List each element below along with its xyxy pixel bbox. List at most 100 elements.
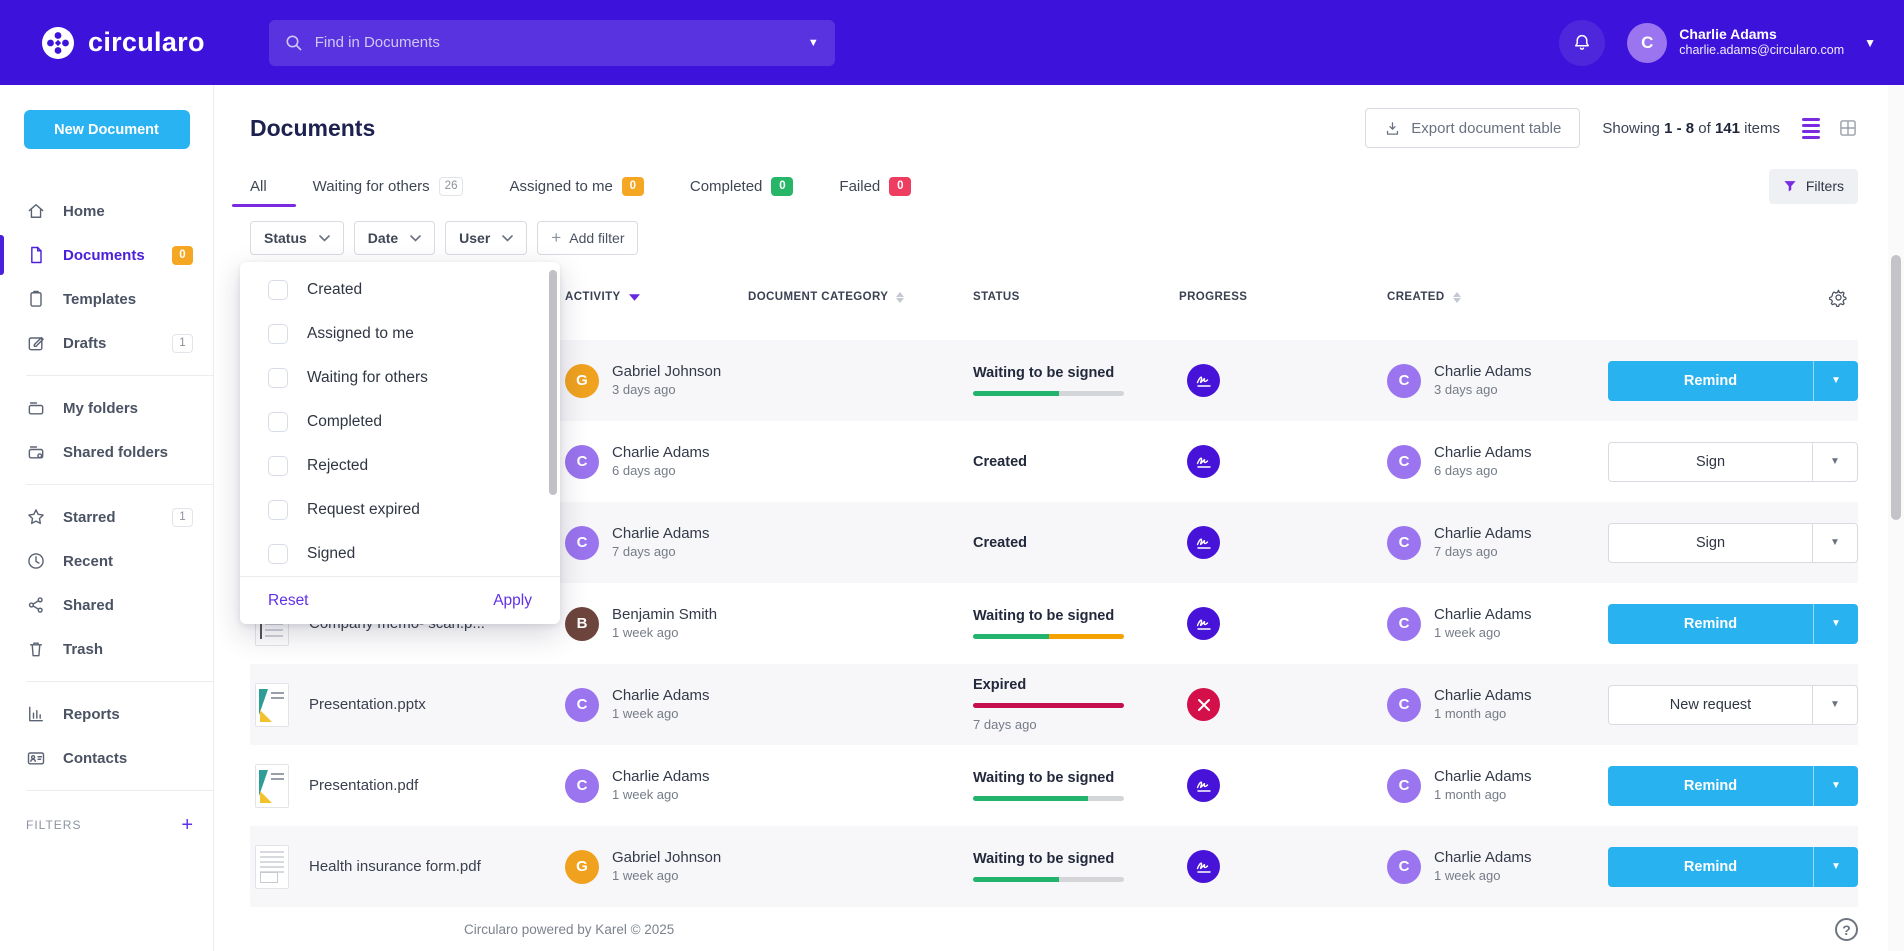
activity-user: Charlie Adams: [612, 768, 710, 785]
sidebar-item-shared-folders[interactable]: Shared folders: [0, 430, 213, 474]
signature-progress-icon[interactable]: [1187, 850, 1220, 883]
filter-chip-user[interactable]: User: [445, 221, 527, 255]
status-option-rejected[interactable]: Rejected: [240, 444, 560, 488]
add-filter-button[interactable]: + Add filter: [537, 221, 638, 255]
tab-all[interactable]: All: [250, 165, 267, 207]
checkbox-icon[interactable]: [268, 544, 288, 564]
row-action-button[interactable]: Remind▼: [1608, 361, 1858, 401]
action-label[interactable]: Remind: [1608, 604, 1813, 644]
row-action-button[interactable]: Sign▼: [1608, 523, 1858, 563]
row-action-button[interactable]: New request▼: [1608, 685, 1858, 725]
search-input[interactable]: [315, 34, 800, 51]
reset-button[interactable]: Reset: [268, 592, 309, 610]
row-action-button[interactable]: Remind▼: [1608, 604, 1858, 644]
status-option-request-expired[interactable]: Request expired: [240, 488, 560, 532]
filters-button[interactable]: Filters: [1769, 169, 1858, 204]
activity-user: Charlie Adams: [612, 525, 710, 542]
tab-completed[interactable]: Completed 0: [690, 165, 794, 207]
checkbox-icon[interactable]: [268, 280, 288, 300]
page-scrollbar[interactable]: [1888, 85, 1904, 951]
status-option-waiting-for-others[interactable]: Waiting for others: [240, 356, 560, 400]
signature-progress-icon[interactable]: [1187, 769, 1220, 802]
new-document-button[interactable]: New Document: [24, 110, 190, 149]
action-label[interactable]: Remind: [1608, 361, 1813, 401]
action-label[interactable]: Sign: [1609, 443, 1812, 481]
notifications-button[interactable]: [1559, 20, 1605, 66]
filter-chip-date[interactable]: Date: [354, 221, 435, 255]
page-scrollbar-thumb[interactable]: [1891, 255, 1901, 520]
status-option-assigned-to-me[interactable]: Assigned to me: [240, 312, 560, 356]
action-label[interactable]: Remind: [1608, 766, 1813, 806]
status-option-created[interactable]: Created: [240, 268, 560, 312]
dropdown-scrollbar[interactable]: [549, 270, 557, 495]
status-label: Waiting to be signed: [973, 365, 1179, 381]
global-search[interactable]: ▼: [269, 20, 835, 66]
sidebar-item-my-folders[interactable]: My folders: [0, 386, 213, 430]
brand-logo[interactable]: circularo: [40, 25, 205, 61]
export-document-table-button[interactable]: Export document table: [1365, 108, 1580, 148]
filter-chip-status[interactable]: Status: [250, 221, 344, 255]
checkbox-icon[interactable]: [268, 456, 288, 476]
help-button[interactable]: ?: [1835, 918, 1858, 941]
table-row[interactable]: Health insurance form.pdf GGabriel Johns…: [250, 826, 1858, 907]
row-action-button[interactable]: Remind▼: [1608, 766, 1858, 806]
table-row[interactable]: Presentation.pptx CCharlie Adams1 week a…: [250, 664, 1858, 745]
action-label[interactable]: New request: [1609, 686, 1812, 724]
failed-progress-icon[interactable]: [1187, 688, 1220, 721]
starred-count-badge: 1: [172, 508, 193, 527]
tab-failed[interactable]: Failed 0: [839, 165, 911, 207]
sidebar-item-drafts[interactable]: Drafts 1: [0, 321, 213, 365]
sidebar-item-recent[interactable]: Recent: [0, 539, 213, 583]
edit-icon: [26, 333, 46, 353]
action-label[interactable]: Remind: [1608, 847, 1813, 887]
signature-progress-icon[interactable]: [1187, 364, 1220, 397]
column-document-category[interactable]: DOCUMENT CATEGORY: [748, 291, 973, 303]
tab-waiting-for-others[interactable]: Waiting for others 26: [313, 165, 464, 207]
checkbox-icon[interactable]: [268, 368, 288, 388]
sidebar-item-label: My folders: [63, 400, 138, 417]
action-dropdown-caret[interactable]: ▼: [1812, 524, 1857, 562]
sidebar-item-starred[interactable]: Starred 1: [0, 495, 213, 539]
status-option-completed[interactable]: Completed: [240, 400, 560, 444]
avatar: G: [565, 850, 599, 884]
action-dropdown-caret[interactable]: ▼: [1812, 686, 1857, 724]
action-dropdown-caret[interactable]: ▼: [1813, 766, 1858, 806]
checkbox-icon[interactable]: [268, 324, 288, 344]
column-status[interactable]: STATUS: [973, 291, 1179, 303]
column-progress[interactable]: PROGRESS: [1179, 291, 1387, 303]
list-view-icon[interactable]: [1802, 118, 1820, 139]
signature-progress-icon[interactable]: [1187, 445, 1220, 478]
sidebar-item-shared[interactable]: Shared: [0, 583, 213, 627]
grid-view-icon[interactable]: [1838, 118, 1858, 138]
signature-progress-icon[interactable]: [1187, 607, 1220, 640]
action-dropdown-caret[interactable]: ▼: [1813, 847, 1858, 887]
sidebar-item-trash[interactable]: Trash: [0, 627, 213, 671]
checkbox-icon[interactable]: [268, 412, 288, 432]
row-action-button[interactable]: Sign▼: [1608, 442, 1858, 482]
checkbox-icon[interactable]: [268, 500, 288, 520]
table-settings-gear-icon[interactable]: [1608, 288, 1858, 307]
search-scope-caret-icon[interactable]: ▼: [808, 37, 819, 49]
signature-progress-icon[interactable]: [1187, 526, 1220, 559]
column-activity[interactable]: ACTIVITY: [565, 291, 748, 303]
user-menu[interactable]: C Charlie Adams charlie.adams@circularo.…: [1627, 23, 1876, 63]
action-dropdown-caret[interactable]: ▼: [1812, 443, 1857, 481]
action-label[interactable]: Sign: [1609, 524, 1812, 562]
action-dropdown-caret[interactable]: ▼: [1813, 604, 1858, 644]
sidebar-item-templates[interactable]: Templates: [0, 277, 213, 321]
action-dropdown-caret[interactable]: ▼: [1813, 361, 1858, 401]
status-option-signed[interactable]: Signed: [240, 532, 560, 576]
sidebar-item-reports[interactable]: Reports: [0, 692, 213, 736]
add-saved-filter-button[interactable]: +: [181, 815, 193, 835]
app-window: circularo ▼ C: [0, 0, 1904, 951]
avatar: C: [1387, 607, 1421, 641]
sidebar-item-home[interactable]: Home: [0, 189, 213, 233]
created-time: 1 week ago: [1434, 869, 1532, 884]
sidebar-item-contacts[interactable]: Contacts: [0, 736, 213, 780]
table-row[interactable]: Presentation.pdf CCharlie Adams1 week ag…: [250, 745, 1858, 826]
apply-button[interactable]: Apply: [493, 592, 532, 610]
column-created[interactable]: CREATED: [1387, 291, 1608, 303]
row-action-button[interactable]: Remind▼: [1608, 847, 1858, 887]
tab-assigned-to-me[interactable]: Assigned to me 0: [509, 165, 643, 207]
sidebar-item-documents[interactable]: Documents 0: [0, 233, 213, 277]
